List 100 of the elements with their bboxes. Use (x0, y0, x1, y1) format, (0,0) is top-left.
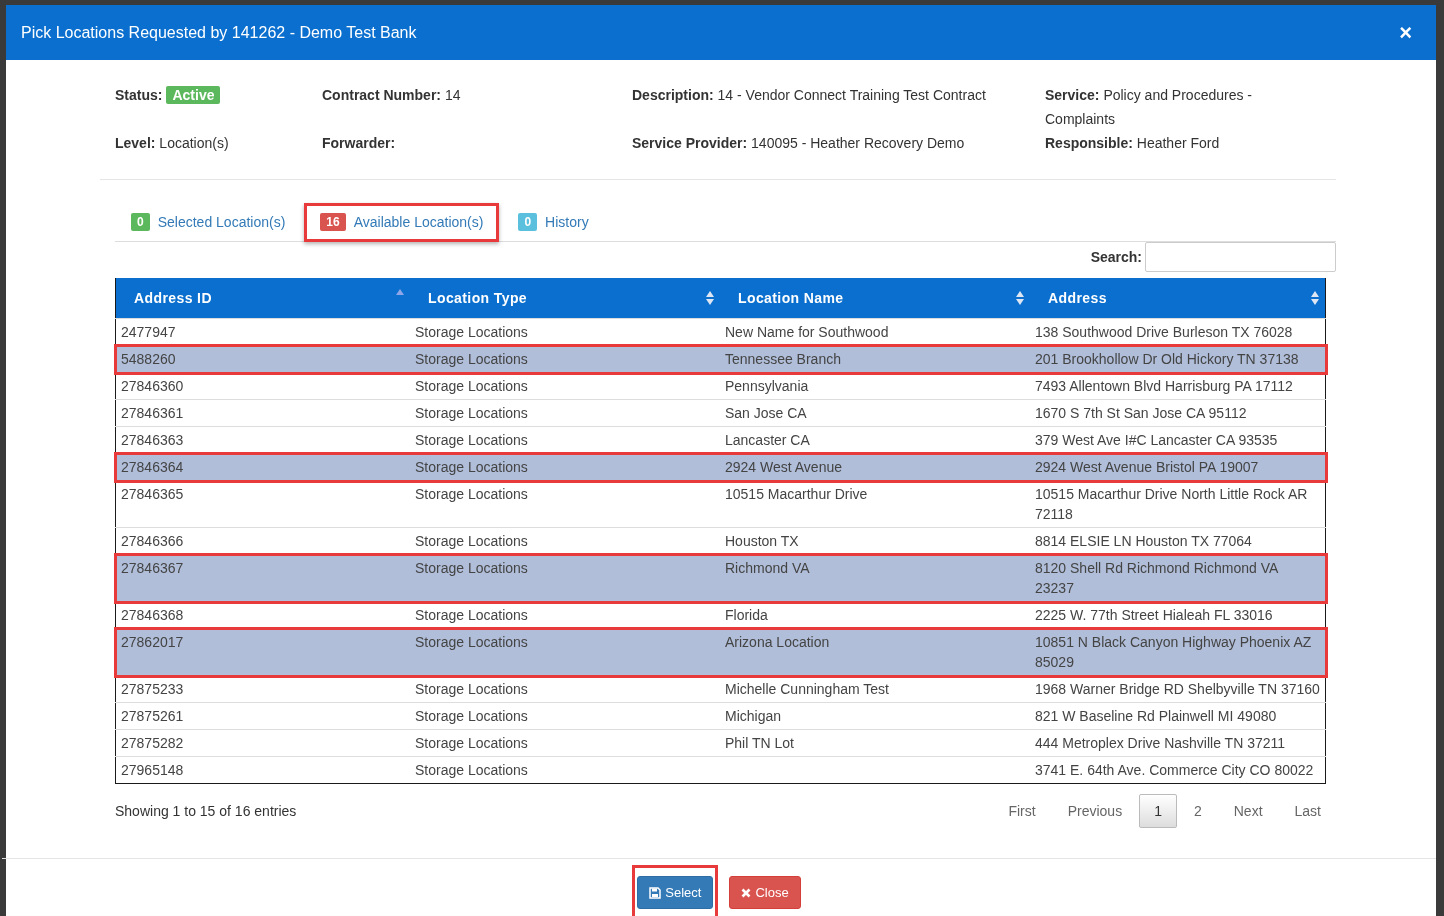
table-row[interactable]: 27846360 Storage Locations Pennsylvania 7493 Allentown Blvd Harrisburg PA 17112 (115, 372, 1326, 400)
table-row[interactable]: 27846364 Storage Locations 2924 West Avenue 2924 West Avenue Bristol PA 19007 (115, 453, 1326, 481)
table-cell: 5488260 (115, 345, 410, 373)
table-row[interactable]: 27875233 Storage Locations Michelle Cunningham Test 1968 Warner Bridge RD Shelbyville TN 37160 (115, 675, 1326, 703)
column-header[interactable]: Address ID (115, 278, 410, 319)
table-cell: Arizona Location (720, 628, 1030, 676)
table-cell: 7493 Allentown Blvd Harrisburg PA 17112 (1030, 372, 1326, 400)
table-cell: Michelle Cunningham Test (720, 675, 1030, 703)
table-cell: 2924 West Avenue Bristol PA 19007 (1030, 453, 1326, 481)
table-cell: 27846368 (115, 601, 410, 629)
table-cell: 138 Southwood Drive Burleson TX 76028 (1030, 318, 1326, 346)
info-field: Level: Location(s) (115, 135, 229, 151)
table-cell: 379 West Ave I#C Lancaster CA 93535 (1030, 426, 1326, 454)
table-cell: 27846361 (115, 399, 410, 427)
page-button[interactable]: Next (1218, 794, 1278, 828)
tab-label: Selected Location(s) (157, 214, 286, 230)
tab[interactable]: 0 History (502, 203, 605, 241)
table-cell: 27846363 (115, 426, 410, 454)
table-cell: 27875233 (115, 675, 410, 703)
table-cell: 821 W Baseline Rd Plainwell MI 49080 (1030, 702, 1326, 730)
table-cell: Michigan (720, 702, 1030, 730)
field-label: Status: (115, 87, 163, 103)
info-field: Responsible: Heather Ford (1045, 135, 1220, 151)
table-cell: Storage Locations (410, 453, 720, 481)
close-button[interactable]: × (1397, 21, 1414, 44)
table-row[interactable]: 27846361 Storage Locations San Jose CA 1670 S 7th St San Jose CA 95112 (115, 399, 1326, 427)
table-cell: Phil TN Lot (720, 729, 1030, 757)
table-row[interactable]: 27875261 Storage Locations Michigan 821 W Baseline Rd Plainwell MI 49080 (115, 702, 1326, 730)
table-cell: Storage Locations (410, 318, 720, 346)
table-cell: 1670 S 7th St San Jose CA 95112 (1030, 399, 1326, 427)
table-cell: 2225 W. 77th Street Hialeah FL 33016 (1030, 601, 1326, 629)
close-button[interactable]: Close (729, 876, 801, 909)
info-field: Service Provider: 140095 - Heather Recovery Demo (632, 135, 965, 151)
table-cell: Richmond VA (720, 554, 1030, 602)
table-cell: 10515 Macarthur Drive North Little Rock AR 72118 (1030, 480, 1326, 528)
table-cell: 10515 Macarthur Drive (720, 480, 1030, 528)
search-field[interactable] (1145, 242, 1336, 272)
table-cell: Tennessee Branch (720, 345, 1030, 373)
table-cell: 2477947 (115, 318, 410, 346)
table-cell: Storage Locations (410, 372, 720, 400)
table-cell: 27875261 (115, 702, 410, 730)
table-cell: 27846366 (115, 527, 410, 555)
table-cell: 27846365 (115, 480, 410, 528)
table-row[interactable]: 27846365 Storage Locations 10515 Macarthur Drive 10515 Macarthur Drive North Little Rock AR 72118 (115, 480, 1326, 528)
close-icon (741, 887, 752, 898)
table-cell: Storage Locations (410, 729, 720, 757)
table-row[interactable]: 2477947 Storage Locations New Name for Southwood 138 Southwood Drive Burleson TX 76028 (115, 318, 1326, 346)
tab-label: Available Location(s) (353, 214, 484, 230)
table-cell: Storage Locations (410, 426, 720, 454)
table-cell: Storage Locations (410, 399, 720, 427)
table-cell: 27862017 (115, 628, 410, 676)
table-row[interactable]: 27965148 Storage Locations 3741 E. 64th Ave. Commerce City CO 80022 (115, 756, 1326, 784)
table-cell: 201 Brookhollow Dr Old Hickory TN 37138 (1030, 345, 1326, 373)
table-cell: 8814 ELSIE LN Houston TX 77064 (1030, 527, 1326, 555)
table-cell: 1968 Warner Bridge RD Shelbyville TN 37160 (1030, 675, 1326, 703)
table-cell: Florida (720, 601, 1030, 629)
table-cell: 27965148 (115, 756, 410, 784)
table-cell: Storage Locations (410, 527, 720, 555)
table-row[interactable]: 27846363 Storage Locations Lancaster CA 379 West Ave I#C Lancaster CA 93535 (115, 426, 1326, 454)
table-cell: Storage Locations (410, 702, 720, 730)
table-row[interactable]: 27846367 Storage Locations Richmond VA 8120 Shell Rd Richmond Richmond VA 23237 (115, 554, 1326, 602)
page-button[interactable]: First (993, 794, 1051, 828)
column-header[interactable]: Address (1030, 278, 1326, 319)
page-button[interactable]: Previous (1052, 794, 1138, 828)
table-row[interactable]: 27862017 Storage Locations Arizona Location 10851 N Black Canyon Highway Phoenix AZ 85029 (115, 628, 1326, 676)
table-cell: 27846364 (115, 453, 410, 481)
info-field: Description: 14 - Vendor Connect Training Test Contract (632, 87, 986, 103)
table-cell: Storage Locations (410, 628, 720, 676)
info-field: Contract Number: 14 (322, 87, 461, 103)
table-cell: 10851 N Black Canyon Highway Phoenix AZ 85029 (1030, 628, 1326, 676)
table-cell: 27846360 (115, 372, 410, 400)
column-header[interactable]: Location Name (720, 278, 1030, 319)
status-badge: Active (166, 86, 221, 104)
dialog-title: Pick Locations Requested by 141262 - Demo Test Bank (21, 23, 417, 42)
info-field: Service: Policy and Procedures - Complaints (1045, 87, 1252, 127)
table-cell: Storage Locations (410, 756, 720, 784)
table-row[interactable]: 27846368 Storage Locations Florida 2225 W. 77th Street Hialeah FL 33016 (115, 601, 1326, 629)
table-cell: Storage Locations (410, 675, 720, 703)
table-cell: San Jose CA (720, 399, 1030, 427)
search-label: Search: (1090, 249, 1142, 265)
tab[interactable]: 0 Selected Location(s) (115, 203, 302, 241)
tab[interactable]: 16 Available Location(s) (304, 203, 500, 242)
page-button[interactable]: 2 (1178, 794, 1217, 828)
select-button[interactable]: Select (637, 876, 714, 909)
page-button[interactable]: Last (1279, 794, 1336, 828)
table-row[interactable]: 5488260 Storage Locations Tennessee Branch 201 Brookhollow Dr Old Hickory TN 37138 (115, 345, 1326, 373)
table-row[interactable]: 27846366 Storage Locations Houston TX 8814 ELSIE LN Houston TX 77064 (115, 527, 1326, 555)
count-badge: 16 (320, 213, 346, 231)
column-header[interactable]: Location Type (410, 278, 720, 319)
table-cell: 444 Metroplex Drive Nashville TN 37211 (1030, 729, 1326, 757)
count-badge: 0 (518, 213, 538, 231)
page-button[interactable]: 1 (1139, 794, 1177, 828)
entries-summary: Showing 1 to 15 of 16 entries (115, 803, 297, 819)
table-cell: Storage Locations (410, 345, 720, 373)
table-cell: 27846367 (115, 554, 410, 602)
table-cell: Storage Locations (410, 554, 720, 602)
tab-label: History (545, 214, 589, 230)
table-row[interactable]: 27875282 Storage Locations Phil TN Lot 444 Metroplex Drive Nashville TN 37211 (115, 729, 1326, 757)
table-cell: 3741 E. 64th Ave. Commerce City CO 80022 (1030, 756, 1326, 784)
info-field: Forwarder: (322, 135, 396, 151)
